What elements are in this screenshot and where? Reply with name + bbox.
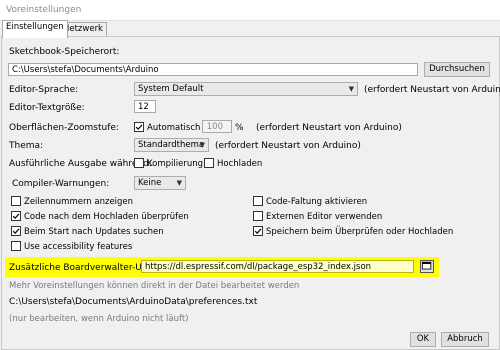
zoom-auto-label: Automatisch bbox=[147, 123, 201, 133]
font-size-input[interactable]: 12 bbox=[134, 100, 156, 113]
save-on-verify-checkbox[interactable] bbox=[253, 226, 263, 236]
sketchbook-label: Sketchbook-Speicherort: bbox=[9, 47, 120, 57]
title-bar: Voreinstellungen bbox=[0, 0, 500, 21]
zoom-note: (erfordert Neustart von Arduino) bbox=[256, 123, 402, 133]
verbose-label: Ausführliche Ausgabe während: bbox=[9, 159, 152, 169]
zoom-auto-checkbox[interactable] bbox=[134, 122, 144, 132]
verify-after-upload-label: Code nach dem Hochladen überprüfen bbox=[24, 212, 189, 222]
compiler-warnings-label: Compiler-Warnungen: bbox=[12, 179, 110, 189]
verify-after-upload-checkbox[interactable] bbox=[11, 211, 21, 221]
compiler-warnings-value: Keine bbox=[138, 178, 162, 188]
zoom-label: Oberflächen-Zoomstufe: bbox=[9, 123, 119, 133]
window-icon bbox=[421, 261, 432, 270]
chevron-down-icon: ▼ bbox=[176, 179, 182, 187]
checkmark-icon bbox=[12, 213, 20, 220]
window-title: Voreinstellungen bbox=[6, 5, 82, 15]
verbose-compile-checkbox[interactable] bbox=[134, 158, 144, 168]
cancel-button[interactable]: Abbruch bbox=[441, 332, 489, 347]
theme-note: (erfordert Neustart von Arduino) bbox=[215, 141, 361, 151]
board-urls-label: Zusätzliche Boardverwalter-URLs: bbox=[9, 263, 161, 273]
chevron-down-icon: ▼ bbox=[199, 141, 205, 149]
browse-button[interactable]: Durchsuchen bbox=[424, 62, 490, 77]
verbose-upload-checkbox[interactable] bbox=[204, 158, 214, 168]
check-updates-label: Beim Start nach Updates suchen bbox=[24, 227, 164, 237]
editor-language-note: (erfordert Neustart von Arduino) bbox=[364, 85, 500, 95]
accessibility-label: Use accessibility features bbox=[24, 242, 133, 252]
editor-language-label: Editor-Sprache: bbox=[9, 85, 79, 95]
theme-select[interactable]: Standardthema ▼ bbox=[134, 138, 209, 152]
compiler-warnings-select[interactable]: Keine ▼ bbox=[134, 176, 186, 190]
theme-value: Standardthema bbox=[138, 140, 205, 150]
check-updates-checkbox[interactable] bbox=[11, 226, 21, 236]
prefs-file-path: C:\Users\stefa\Documents\ArduinoData\pre… bbox=[9, 297, 258, 307]
checkmark-icon bbox=[12, 228, 20, 235]
zoom-percent-input[interactable]: 100 bbox=[202, 120, 232, 133]
checkmark-icon bbox=[254, 228, 262, 235]
edit-note: (nur bearbeiten, wenn Arduino nicht läuf… bbox=[9, 314, 189, 324]
board-urls-input[interactable]: https://dl.espressif.com/dl/package_esp3… bbox=[141, 260, 414, 273]
editor-language-select[interactable]: System Default ▼ bbox=[134, 82, 358, 96]
font-size-label: Editor-Textgröße: bbox=[9, 103, 85, 113]
verbose-compile-label: Kompilierung bbox=[147, 159, 204, 169]
line-numbers-label: Zeilennummern anzeigen bbox=[24, 197, 134, 207]
zoom-percent-unit: % bbox=[235, 123, 244, 133]
editor-language-value: System Default bbox=[138, 84, 204, 94]
accessibility-checkbox[interactable] bbox=[11, 241, 21, 251]
checkmark-icon bbox=[135, 124, 143, 131]
line-numbers-checkbox[interactable] bbox=[11, 196, 21, 206]
save-on-verify-label: Speichern beim Überprüfen oder Hochladen bbox=[266, 227, 454, 237]
open-window-button[interactable] bbox=[420, 260, 434, 273]
chevron-down-icon: ▼ bbox=[348, 85, 354, 93]
verbose-upload-label: Hochladen bbox=[217, 159, 263, 169]
more-prefs-note: Mehr Voreinstellungen können direkt in d… bbox=[9, 281, 300, 291]
code-folding-label: Code-Faltung aktivieren bbox=[266, 197, 368, 207]
code-folding-checkbox[interactable] bbox=[253, 196, 263, 206]
theme-label: Thema: bbox=[9, 141, 44, 151]
external-editor-label: Externen Editor verwenden bbox=[266, 212, 383, 222]
tab-einstellungen[interactable]: Einstellungen bbox=[2, 20, 68, 38]
sketchbook-path-input[interactable]: C:\Users\stefa\Documents\Arduino bbox=[8, 63, 418, 76]
external-editor-checkbox[interactable] bbox=[253, 211, 263, 221]
ok-button[interactable]: OK bbox=[410, 332, 436, 347]
